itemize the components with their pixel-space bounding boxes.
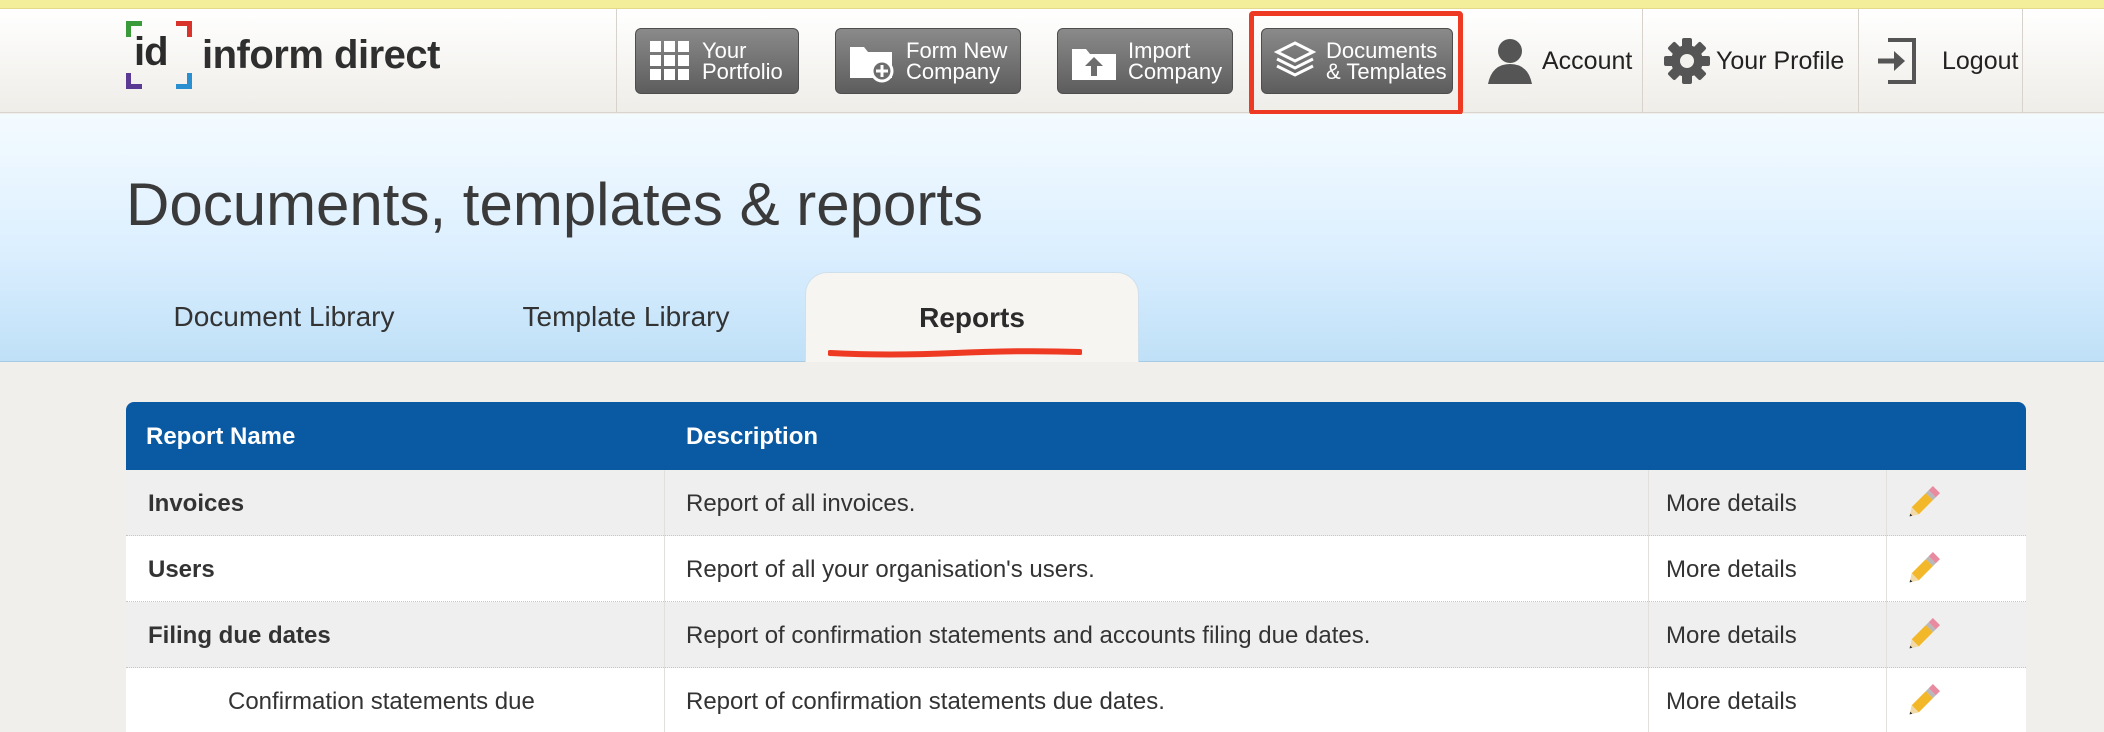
table-row: Users Report of all your organisation's … xyxy=(126,536,2026,602)
your-portfolio-label: Your Portfolio xyxy=(702,38,783,84)
more-details-link[interactable]: More details xyxy=(1666,688,1797,716)
report-name: Invoices xyxy=(148,490,245,517)
table-row: Filing due dates Report of confirmation … xyxy=(126,602,2026,668)
tab-label: Template Library xyxy=(522,301,730,332)
form-new-company-button[interactable]: Form New Company xyxy=(835,28,1021,94)
page-title: Documents, templates & reports xyxy=(126,171,984,238)
tab-label: Document Library xyxy=(173,301,395,332)
upload-folder-icon xyxy=(1072,49,1116,80)
report-description: Report of confirmation statements due da… xyxy=(686,688,1165,715)
more-details-link[interactable]: More details xyxy=(1666,490,1797,518)
nav-divider xyxy=(616,9,617,113)
form-new-company-label: Form New Company xyxy=(906,38,1008,84)
pencil-icon[interactable] xyxy=(1902,482,1944,524)
more-details-link[interactable]: More details xyxy=(1666,556,1797,584)
your-profile-link[interactable]: Your Profile xyxy=(1662,30,1844,92)
report-name: Users xyxy=(148,556,215,583)
tab-template-library[interactable]: Template Library xyxy=(466,272,786,362)
top-strip xyxy=(0,0,2104,9)
grid-icon xyxy=(650,41,689,80)
user-icon xyxy=(1488,39,1532,84)
report-description: Report of all invoices. xyxy=(686,490,916,517)
tab-document-library[interactable]: Document Library xyxy=(126,272,442,362)
account-label: Account xyxy=(1542,46,1633,75)
tab-label: Reports xyxy=(919,301,1025,333)
pencil-icon[interactable] xyxy=(1902,680,1944,722)
more-details-link[interactable]: More details xyxy=(1666,622,1797,650)
pencil-icon[interactable] xyxy=(1902,548,1944,590)
annotation-underline xyxy=(828,348,1082,358)
logo-mark-text: id xyxy=(134,30,169,74)
report-name: Confirmation statements due xyxy=(228,688,535,715)
logout-link[interactable]: Logout xyxy=(1876,30,2018,92)
table-header: Report Name Description xyxy=(126,402,2026,470)
report-name: Filing due dates xyxy=(148,622,331,649)
account-link[interactable]: Account xyxy=(1484,30,1632,92)
pencil-icon[interactable] xyxy=(1902,614,1944,656)
report-description: Report of all your organisation's users. xyxy=(686,556,1095,583)
logo-mark: id xyxy=(126,21,192,89)
column-header-report-name: Report Name xyxy=(146,423,296,450)
column-header-description: Description xyxy=(686,423,819,450)
gear-icon xyxy=(1664,38,1710,84)
logout-label: Logout xyxy=(1942,46,2019,75)
report-description: Report of confirmation statements and ac… xyxy=(686,622,1371,649)
annotation-highlight-box xyxy=(1249,11,1463,115)
inform-direct-logo[interactable]: id inform direct xyxy=(126,18,440,92)
your-portfolio-button[interactable]: Your Portfolio xyxy=(635,28,799,94)
logo-text: inform direct xyxy=(202,32,440,77)
folder-plus-icon xyxy=(850,47,894,83)
import-company-label: Import Company xyxy=(1128,38,1223,84)
table-row: Invoices Report of all invoices. More de… xyxy=(126,470,2026,536)
nav-divider xyxy=(1642,9,1643,113)
nav-divider xyxy=(1858,9,1859,113)
reports-table: Report Name Description Invoices Report … xyxy=(126,402,2026,732)
nav-divider xyxy=(2022,9,2023,113)
table-row: Confirmation statements due Report of co… xyxy=(126,668,2026,732)
import-company-button[interactable]: Import Company xyxy=(1057,28,1233,94)
your-profile-label: Your Profile xyxy=(1716,46,1845,75)
logout-icon xyxy=(1878,38,1916,84)
